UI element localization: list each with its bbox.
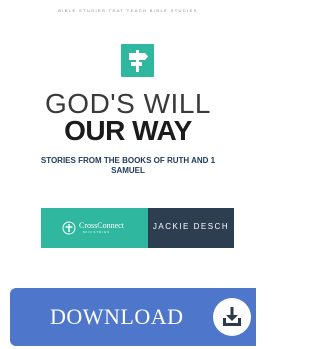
download-tray-icon bbox=[223, 307, 241, 326]
author-name: JACKIE DESCH bbox=[152, 222, 230, 231]
download-button[interactable]: DOWNLOAD bbox=[10, 288, 256, 346]
book-subtitle: STORIES FROM THE BOOKS OF RUTH AND 1 SAM… bbox=[40, 156, 216, 175]
crossconnect-logo-icon bbox=[62, 221, 76, 235]
author-panel: JACKIE DESCH bbox=[148, 208, 234, 248]
publisher-name: CrossConnect bbox=[79, 221, 124, 230]
publisher-panel: CrossConnect MINISTRIES bbox=[41, 208, 148, 248]
publisher-banner: CrossConnect MINISTRIES JACKIE DESCH bbox=[41, 208, 234, 248]
download-icon-circle[interactable] bbox=[213, 298, 251, 336]
download-label: DOWNLOAD bbox=[50, 304, 184, 329]
publisher-subtitle: MINISTRIES bbox=[83, 230, 111, 234]
book-title-line1: GOD'S WILL bbox=[45, 88, 211, 119]
series-tagline: BIBLE STUDIES THAT TEACH BIBLE STUDIES bbox=[58, 8, 198, 13]
book-title-line2: OUR WAY bbox=[64, 115, 192, 146]
book-logo bbox=[121, 44, 154, 77]
signpost-icon bbox=[129, 50, 148, 72]
